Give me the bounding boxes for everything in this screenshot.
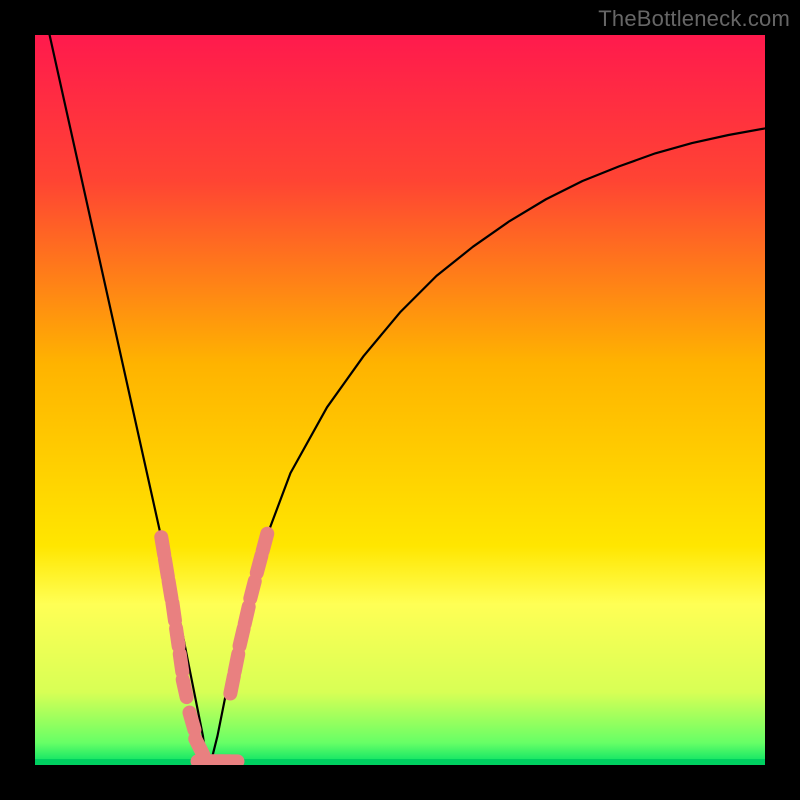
chart-svg [35, 35, 765, 765]
gradient-background [35, 35, 765, 765]
bottom-band [35, 759, 765, 765]
chart-plot-area [35, 35, 765, 765]
chart-frame: TheBottleneck.com [0, 0, 800, 800]
watermark-text: TheBottleneck.com [598, 6, 790, 32]
